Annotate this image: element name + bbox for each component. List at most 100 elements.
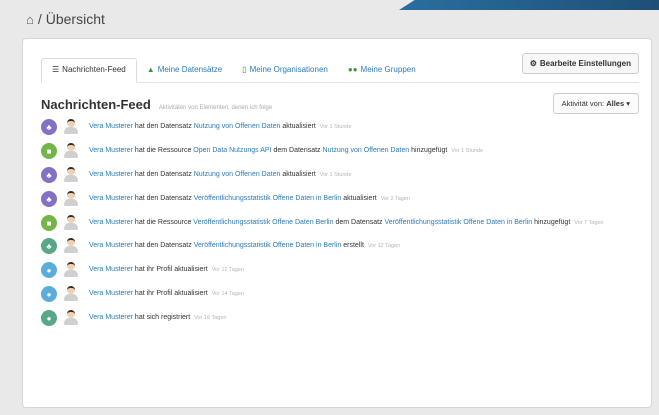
- feed-item: ♣ Vera Musterer hat den Datensatz Nutzung…: [41, 118, 641, 135]
- user-link[interactable]: Vera Musterer: [89, 242, 133, 249]
- breadcrumb: ⌂ / Übersicht: [26, 11, 105, 27]
- filter-value: Alles: [606, 99, 625, 108]
- action-text: hinzugefügt: [411, 147, 448, 154]
- feed-item-text: Vera Musterer hat den Datensatz Nutzung …: [89, 121, 352, 133]
- object-link[interactable]: Nutzung von Offenen Daten: [194, 171, 281, 178]
- avatar[interactable]: [63, 118, 79, 135]
- dataset-icon: ♣: [41, 167, 57, 183]
- tab-my-datasets[interactable]: ▲ Meine Datensätze: [137, 59, 232, 82]
- feed-item-text: Vera Musterer hat die Ressource Veröffen…: [89, 217, 604, 229]
- timestamp: Vor 1 Stunde: [451, 148, 484, 154]
- object-link[interactable]: Veröffentlichungsstatistik Offene Daten …: [193, 219, 333, 226]
- feed-item: ■ Vera Musterer hat die Ressource Veröffe…: [41, 214, 641, 231]
- tab-news-feed[interactable]: ☰ Nachrichten-Feed: [41, 58, 137, 83]
- avatar[interactable]: [63, 142, 79, 159]
- action-text: hat ihr Profil aktualisiert: [134, 290, 208, 297]
- user-link[interactable]: Vera Musterer: [89, 314, 133, 321]
- object-link[interactable]: Veröffentlichungsstatistik Offene Daten …: [194, 242, 342, 249]
- action-text: hat die Ressource: [134, 219, 192, 226]
- user-icon: ●: [41, 262, 57, 278]
- timestamp: Vor 12 Tagen: [367, 243, 401, 249]
- action-text: hinzugefügt: [534, 219, 571, 226]
- object-link[interactable]: Veröffentlichungsstatistik Offene Daten …: [194, 195, 342, 202]
- user-link[interactable]: Vera Musterer: [89, 147, 133, 154]
- user-link[interactable]: Vera Musterer: [89, 266, 133, 273]
- user-link[interactable]: Vera Musterer: [89, 219, 133, 226]
- activity-filter-dropdown[interactable]: Aktivität von: Alles ▾: [552, 93, 639, 114]
- user-link[interactable]: Vera Musterer: [89, 290, 133, 297]
- user-icon: ●: [41, 286, 57, 302]
- action-text: aktualisiert: [282, 171, 316, 178]
- gear-icon: ⚙: [529, 59, 537, 68]
- feed-item-text: Vera Musterer hat den Datensatz Nutzung …: [89, 169, 352, 181]
- action-text: hat ihr Profil aktualisiert: [134, 266, 208, 273]
- feed-item: ● Vera Musterer hat ihr Profil aktualisie…: [41, 285, 641, 302]
- resource-icon: ■: [41, 143, 57, 159]
- list-icon: ☰: [52, 65, 60, 74]
- action-text: erstellt: [343, 242, 364, 249]
- avatar[interactable]: [63, 309, 79, 326]
- feed-item: ■ Vera Musterer hat die Ressource Open Da…: [41, 142, 641, 159]
- tab-label: Meine Datensätze: [157, 65, 223, 74]
- user-link[interactable]: Vera Musterer: [89, 195, 133, 202]
- feed-title: Nachrichten-Feed: [41, 97, 151, 112]
- building-icon: ▯: [242, 65, 247, 74]
- feed-item: ♣ Vera Musterer hat den Datensatz Veröffe…: [41, 237, 641, 254]
- dashboard-panel: ☰ Nachrichten-Feed ▲ Meine Datensätze ▯ …: [22, 38, 652, 408]
- avatar[interactable]: [63, 285, 79, 302]
- feed-subtitle: Aktivitäten von Elementen, denen ich fol…: [158, 105, 273, 111]
- group-icon: ●●: [347, 65, 358, 74]
- action-text: hat die Ressource: [134, 147, 192, 154]
- tab-my-organizations[interactable]: ▯ Meine Organisationen: [232, 59, 338, 82]
- avatar[interactable]: [63, 237, 79, 254]
- timestamp: Vor 1 Stunde: [319, 172, 352, 178]
- sitemap-icon: ▲: [146, 65, 155, 74]
- user-icon: ●: [41, 310, 57, 326]
- object-link[interactable]: Open Data Nutzungs API: [193, 147, 271, 154]
- action-text: aktualisiert: [343, 195, 377, 202]
- feed-item-text: Vera Musterer hat sich registriert Vor 1…: [89, 312, 226, 324]
- feed-header: Nachrichten-Feed Aktivitäten von Element…: [41, 97, 639, 117]
- user-link[interactable]: Vera Musterer: [89, 123, 133, 130]
- timestamp: Vor 12 Tagen: [211, 267, 244, 273]
- avatar[interactable]: [63, 261, 79, 278]
- home-icon[interactable]: ⌂: [26, 12, 34, 27]
- feed-item-text: Vera Musterer hat ihr Profil aktualisier…: [89, 288, 244, 300]
- action-text: aktualisiert: [282, 123, 316, 130]
- feed-item: ● Vera Musterer hat ihr Profil aktualisie…: [41, 261, 641, 278]
- action-text: hat den Datensatz: [134, 123, 192, 130]
- edit-settings-button[interactable]: ⚙ Bearbeite Einstellungen: [521, 53, 639, 74]
- breadcrumb-current: Übersicht: [45, 11, 105, 27]
- feed-item: ● Vera Musterer hat sich registriert Vor …: [41, 309, 641, 326]
- action-text: hat den Datensatz: [134, 171, 192, 178]
- action-text: hat den Datensatz: [134, 242, 192, 249]
- user-link[interactable]: Vera Musterer: [89, 171, 133, 178]
- avatar[interactable]: [63, 166, 79, 183]
- target-link[interactable]: Nutzung von Offenen Daten: [323, 147, 410, 154]
- edit-settings-label: Bearbeite Einstellungen: [539, 59, 631, 68]
- feed-item-text: Vera Musterer hat den Datensatz Veröffen…: [89, 193, 410, 205]
- avatar[interactable]: [63, 214, 79, 231]
- timestamp: Vor 14 Tagen: [211, 291, 244, 297]
- feed-item: ♣ Vera Musterer hat den Datensatz Nutzung…: [41, 166, 641, 183]
- tab-label: Meine Gruppen: [360, 65, 416, 74]
- object-link[interactable]: Nutzung von Offenen Daten: [194, 123, 281, 130]
- dataset-icon: ♣: [41, 238, 57, 254]
- tab-label: Nachrichten-Feed: [62, 65, 126, 74]
- action-text: hat den Datensatz: [134, 195, 192, 202]
- action-text: hat sich registriert: [134, 314, 191, 321]
- header-accent-bar: [399, 0, 659, 10]
- dataset-icon: ♣: [41, 119, 57, 135]
- feed-item-text: Vera Musterer hat den Datensatz Veröffen…: [89, 240, 400, 252]
- feed-item-text: Vera Musterer hat ihr Profil aktualisier…: [89, 264, 244, 276]
- tab-my-groups[interactable]: ●● Meine Gruppen: [338, 59, 426, 82]
- tab-label: Meine Organisationen: [249, 65, 328, 74]
- feed-item: ♣ Vera Musterer hat den Datensatz Veröffe…: [41, 190, 641, 207]
- timestamp: Vor 1 Stunde: [319, 124, 352, 130]
- avatar[interactable]: [63, 190, 79, 207]
- target-link[interactable]: Veröffentlichungsstatistik Offene Daten …: [385, 219, 533, 226]
- caret-down-icon: ▾: [626, 99, 630, 108]
- activity-feed: ♣ Vera Musterer hat den Datensatz Nutzung…: [41, 118, 641, 336]
- feed-item-text: Vera Musterer hat die Ressource Open Dat…: [89, 145, 483, 157]
- timestamp: Vor 7 Tagen: [574, 220, 604, 226]
